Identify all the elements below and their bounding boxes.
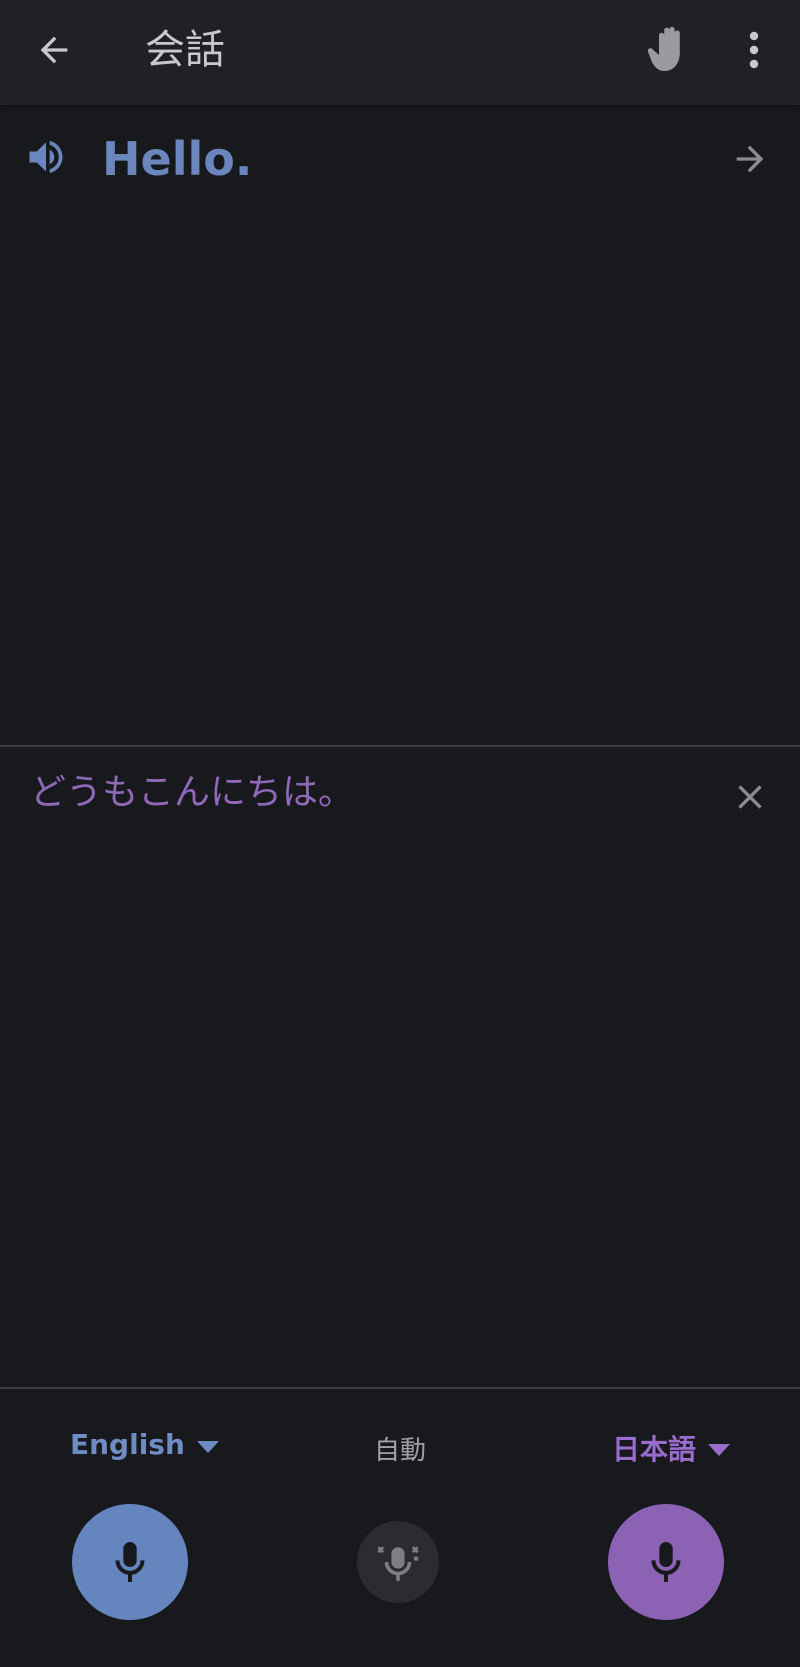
source-language-label: English	[70, 1428, 185, 1461]
back-button[interactable]	[22, 18, 86, 82]
source-language-selector[interactable]: English	[70, 1428, 219, 1461]
microphone-icon	[115, 1542, 145, 1582]
target-language-label: 日本語	[612, 1433, 697, 1466]
forward-button[interactable]	[720, 129, 780, 189]
top-app-bar: 会話	[0, 0, 800, 105]
hand-button[interactable]	[636, 14, 702, 84]
page-title: 会話	[145, 27, 225, 73]
source-text[interactable]: Hello.	[102, 127, 252, 191]
conversation-screen: 会話 Hello. どうもこんにちは。 English 自動 日本語	[0, 0, 800, 1667]
bottom-controls: English 自動 日本語	[0, 1390, 800, 1667]
speak-source-button[interactable]	[18, 129, 74, 185]
source-mic-button[interactable]	[72, 1504, 188, 1620]
target-panel: どうもこんにちは。	[0, 747, 800, 1387]
dropdown-caret-icon	[708, 1444, 731, 1456]
close-icon	[738, 785, 762, 809]
clear-button[interactable]	[720, 767, 780, 827]
target-text[interactable]: どうもこんにちは。	[30, 767, 354, 819]
more-vertical-icon	[749, 31, 759, 69]
arrow-left-icon	[40, 36, 68, 64]
source-panel: Hello.	[0, 105, 800, 745]
target-mic-button[interactable]	[608, 1504, 724, 1620]
target-language-selector[interactable]: 日本語	[612, 1428, 731, 1468]
speaker-icon	[29, 140, 63, 174]
hand-icon	[647, 26, 680, 71]
arrow-right-icon	[736, 145, 764, 173]
auto-microphone-icon	[377, 1546, 419, 1581]
more-options-button[interactable]	[730, 18, 778, 82]
microphone-icon	[651, 1542, 681, 1582]
auto-mic-button[interactable]	[357, 1521, 439, 1603]
bottom-divider	[0, 1387, 800, 1389]
auto-mode-label: 自動	[374, 1436, 427, 1466]
dropdown-caret-icon	[196, 1440, 219, 1453]
